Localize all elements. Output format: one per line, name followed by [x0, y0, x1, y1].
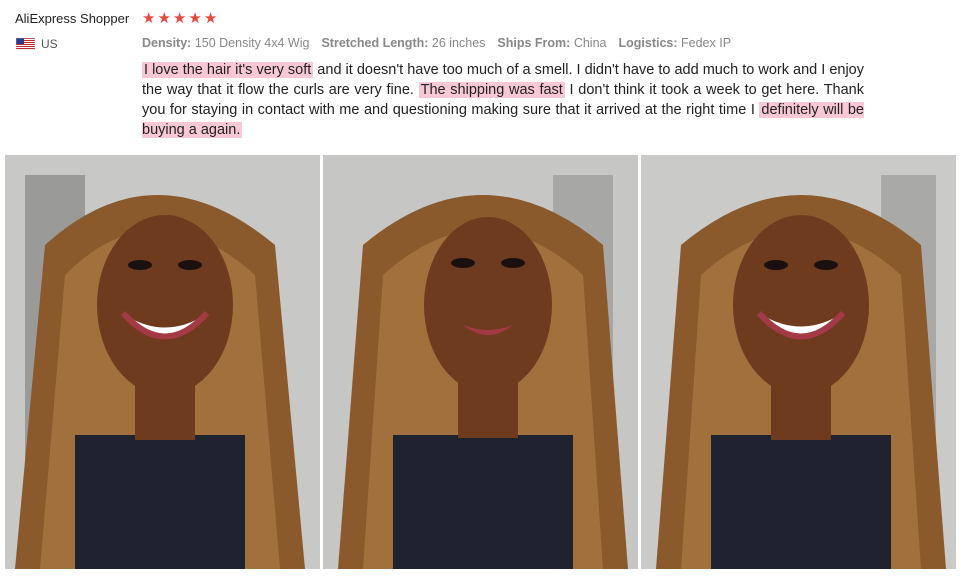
review-photo[interactable]: [323, 155, 638, 569]
star-icon: ★: [188, 10, 202, 27]
star-icon: ★: [142, 10, 156, 27]
review-photo[interactable]: [641, 155, 956, 569]
review-photo[interactable]: [5, 155, 320, 569]
spec-density: Density: 150 Density 4x4 Wig: [142, 36, 310, 50]
star-icon: ★: [203, 10, 218, 27]
highlight-shipping: The shipping was fast: [418, 82, 565, 98]
star-icon: ★: [157, 10, 171, 27]
country-label: US: [41, 37, 58, 51]
review-text: I love the hair it's very soft and it do…: [142, 62, 864, 138]
review-photos: [5, 155, 956, 569]
spec-logistics: Logistics: Fedex IP: [618, 36, 732, 50]
person-photo-icon: [641, 155, 956, 569]
reviewer-country: US: [16, 37, 58, 51]
highlight-soft: I love the hair it's very soft: [142, 62, 314, 78]
person-photo-icon: [323, 155, 638, 569]
us-flag-icon: [16, 38, 35, 50]
star-icon: ★: [172, 10, 187, 27]
reviewer-name: AliExpress Shopper: [15, 11, 130, 26]
rating-stars: ★ ★ ★ ★ ★: [142, 10, 217, 27]
person-photo-icon: [5, 155, 320, 569]
spec-length: Stretched Length: 26 inches: [321, 36, 486, 50]
spec-ships-from: Ships From: China: [497, 36, 607, 50]
product-specs: Density: 150 Density 4x4 Wig Stretched L…: [142, 36, 731, 50]
